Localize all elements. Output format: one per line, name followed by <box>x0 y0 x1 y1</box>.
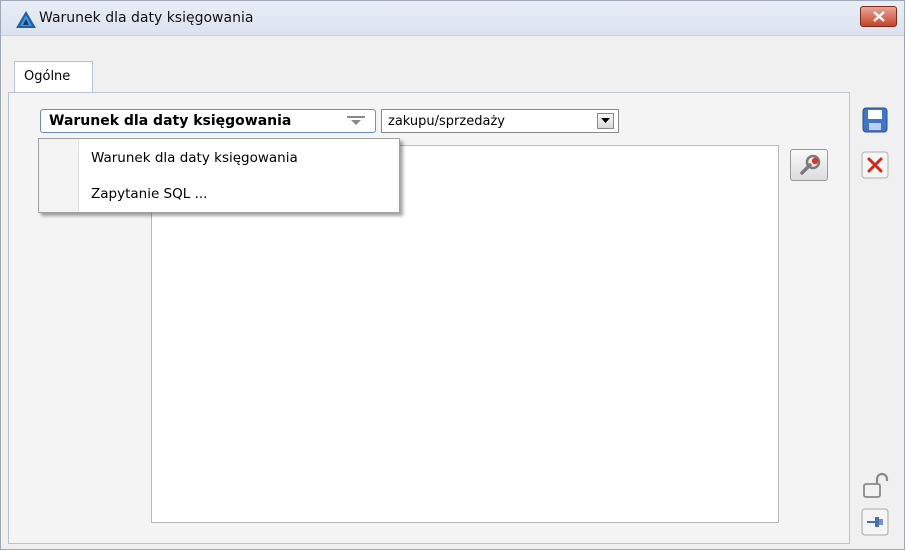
cancel-icon <box>861 151 889 179</box>
title-bar: Warunek dla daty księgowania <box>1 1 904 36</box>
pin-button[interactable] <box>861 508 889 536</box>
app-logo-icon <box>16 11 36 28</box>
unlock-icon <box>863 472 889 498</box>
condition-type-menu: Warunek dla daty księgowania Zapytanie S… <box>38 138 400 213</box>
close-icon <box>873 11 885 22</box>
close-button[interactable] <box>860 6 897 27</box>
menu-gutter <box>39 139 79 212</box>
condition-type-value: Warunek dla daty księgowania <box>49 113 292 129</box>
save-button[interactable] <box>861 106 889 134</box>
chevron-down-icon <box>601 118 610 123</box>
window-title: Warunek dla daty księgowania <box>39 10 254 26</box>
pin-icon <box>861 508 889 536</box>
menu-item-zapytanie-sql[interactable]: Zapytanie SQL ... <box>91 186 207 202</box>
condition-type-combo[interactable]: Warunek dla daty księgowania <box>40 109 376 133</box>
document-kind-value: zakupu/sprzedaży <box>388 114 505 129</box>
wrench-icon <box>800 154 821 175</box>
save-icon <box>862 107 888 133</box>
dropdown-button[interactable] <box>597 113 614 129</box>
document-kind-select[interactable]: zakupu/sprzedaży <box>381 109 619 133</box>
tab-label: Ogólne <box>24 69 71 84</box>
chevron-down-icon <box>347 115 365 127</box>
condition-builder-button[interactable] <box>790 149 828 181</box>
menu-item-warunek[interactable]: Warunek dla daty księgowania <box>91 150 298 166</box>
cancel-button[interactable] <box>861 151 889 179</box>
tab-ogolne[interactable]: Ogólne <box>14 61 93 93</box>
unlock-button[interactable] <box>861 471 889 499</box>
